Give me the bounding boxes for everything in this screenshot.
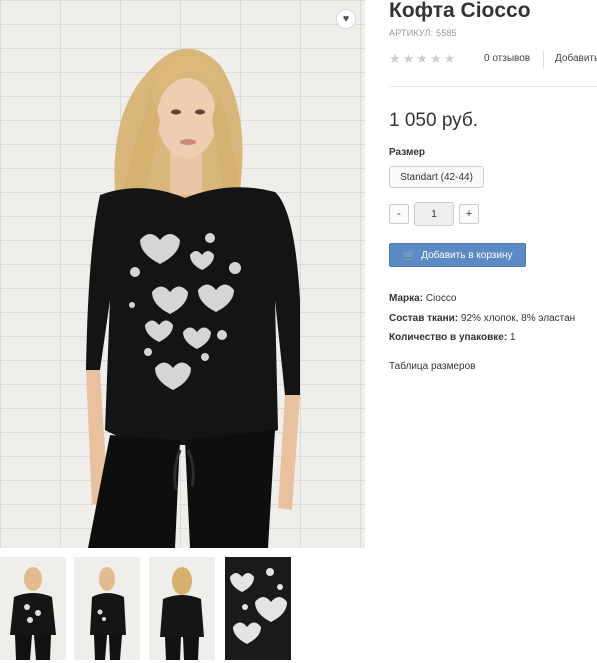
model-illustration	[86, 48, 300, 548]
property-row: Состав ткани: 92% хлопок, 8% эластан	[389, 309, 575, 329]
property-value: 92% хлопок, 8% эластан	[460, 312, 576, 324]
size-label: Размер	[389, 147, 426, 158]
property-value: Ciocco	[425, 293, 457, 304]
add-to-cart-label: Добавить в корзину	[421, 249, 513, 261]
divider	[389, 86, 597, 87]
rating-row: ★★★★★ 0 отзывов Добавить	[389, 51, 597, 69]
add-review-link[interactable]: Добавить	[555, 53, 597, 64]
product-sku: АРТИКУЛ: 5585	[389, 28, 457, 38]
product-price: 1 050 руб.	[389, 110, 479, 131]
product-title: Кофта Ciocco	[389, 0, 531, 22]
thumbnail-2[interactable]	[74, 557, 140, 660]
property-row: Количество в упаковке: 1	[389, 328, 575, 348]
wishlist-button[interactable]: ♥	[336, 9, 356, 29]
size-table-link[interactable]: Таблица размеров	[389, 361, 475, 372]
quantity-stepper: - +	[389, 202, 489, 226]
quantity-increase-button[interactable]: +	[459, 204, 479, 224]
reviews-link[interactable]: 0 отзывов	[484, 53, 530, 64]
thumbnail-strip	[0, 557, 300, 663]
quantity-decrease-button[interactable]: -	[389, 204, 409, 224]
thumbnail-4[interactable]	[225, 557, 291, 660]
heart-icon: ♥	[342, 13, 350, 25]
main-product-photo[interactable]: ♥	[0, 0, 365, 548]
thumbnail-3[interactable]	[149, 557, 215, 660]
quantity-input[interactable]	[414, 202, 454, 226]
property-label: Количество в упаковке:	[389, 332, 508, 343]
thumbnail-1[interactable]	[0, 557, 66, 660]
size-option-button[interactable]: Standart (42-44)	[389, 166, 484, 188]
rating-stars[interactable]: ★★★★★	[389, 51, 457, 67]
rating-divider	[543, 51, 544, 68]
product-properties: Марка: Ciocco Состав ткани: 92% хлопок, …	[389, 289, 575, 348]
property-label: Состав ткани:	[389, 312, 459, 324]
property-value: 1	[509, 332, 516, 343]
add-to-cart-button[interactable]: 🛒 Добавить в корзину	[389, 243, 526, 267]
property-row: Марка: Ciocco	[389, 289, 575, 309]
cart-icon: 🛒	[402, 249, 417, 262]
property-label: Марка:	[389, 293, 424, 304]
